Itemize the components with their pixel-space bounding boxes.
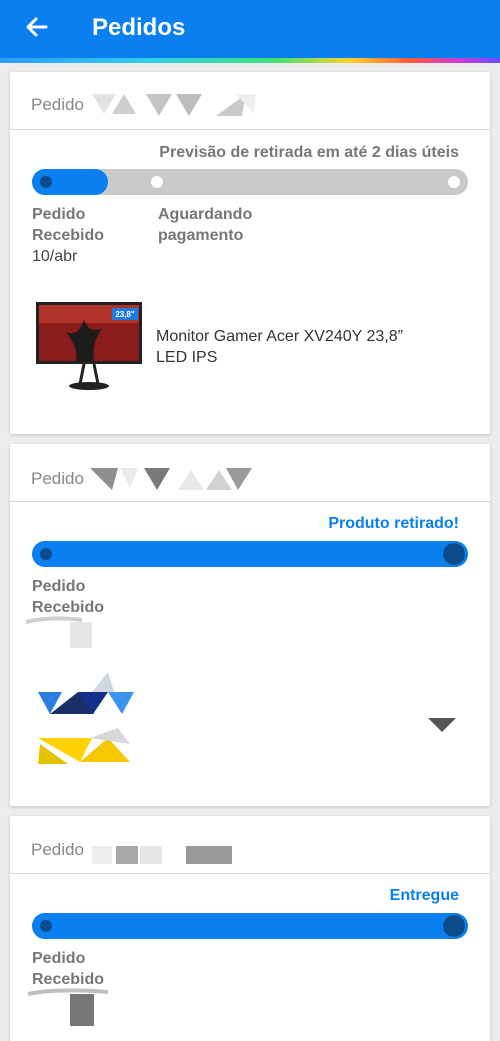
progress-step-dot — [443, 915, 465, 937]
chevron-down-icon[interactable] — [428, 716, 456, 734]
product-image-monitor: 23,8" — [36, 302, 142, 390]
product-size-badge: 23,8" — [115, 310, 135, 319]
progress-fill — [32, 913, 468, 939]
step-date: 10/abr — [32, 248, 78, 265]
order-status-text: Previsão de retirada em até 2 dias úteis — [159, 144, 459, 161]
progress-track — [32, 913, 468, 939]
redacted-date — [25, 616, 92, 648]
progress-step-dot — [40, 920, 52, 932]
progress-step-dot — [448, 176, 460, 188]
step-pedido-recebido: Pedido Recebido 10/abr — [32, 206, 105, 265]
step-pedido-recebido: Pedido Recebido — [32, 950, 105, 988]
progress-track — [32, 169, 468, 195]
step-aguardando-pagamento: Aguardando pagamento — [158, 206, 253, 244]
order-status-text: Produto retirado! — [328, 515, 459, 532]
order-card-header: Pedido — [10, 444, 490, 502]
product-name: Monitor Gamer Acer XV240Y 23,8” LED IPS — [156, 328, 403, 366]
order-label: Pedido — [31, 469, 84, 488]
header-accent-stripe — [0, 58, 500, 63]
progress-step-dot — [443, 543, 465, 565]
back-arrow-icon[interactable] — [22, 12, 52, 42]
redacted-product-image — [38, 672, 134, 764]
order-card[interactable]: Pedido Previsão de retirada em até 2 dia… — [10, 72, 490, 434]
progress-step-dot — [151, 176, 163, 188]
progress-fill — [32, 541, 468, 567]
order-card[interactable]: Pedido Produto retirado! Pedido Recebido — [10, 444, 490, 806]
progress-step-dot — [40, 176, 52, 188]
redacted-date — [27, 988, 109, 1026]
page-title: Pedidos — [92, 14, 186, 41]
order-card[interactable]: Pedido Entregue Pedido Recebido — [10, 816, 490, 1041]
order-card-header: Pedido — [10, 816, 490, 874]
progress-track — [32, 541, 468, 567]
redacted-order-number — [90, 468, 252, 490]
order-card-header: Pedido — [10, 72, 490, 130]
order-label: Pedido — [31, 95, 84, 114]
redacted-order-number — [92, 846, 232, 864]
app-bar: Pedidos — [0, 0, 500, 58]
order-status-text: Entregue — [389, 887, 459, 904]
redacted-order-number — [92, 94, 256, 116]
step-pedido-recebido: Pedido Recebido — [32, 578, 105, 616]
order-label: Pedido — [31, 840, 84, 859]
progress-step-dot — [40, 548, 52, 560]
